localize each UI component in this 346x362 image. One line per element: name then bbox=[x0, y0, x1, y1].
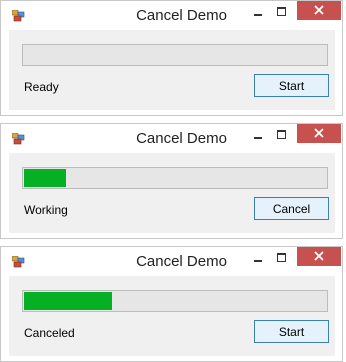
minimize-icon[interactable] bbox=[250, 3, 266, 23]
cancel-demo-window-working: Cancel Demo Working Cancel bbox=[0, 123, 343, 239]
status-label: Working bbox=[24, 203, 68, 217]
title-bar: Cancel Demo bbox=[1, 247, 342, 275]
progress-bar bbox=[22, 44, 328, 66]
cancel-demo-window-ready: Cancel Demo Ready Start bbox=[0, 0, 343, 116]
close-icon[interactable] bbox=[297, 1, 341, 20]
minimize-icon[interactable] bbox=[250, 249, 266, 269]
progress-bar bbox=[22, 290, 328, 312]
status-label: Ready bbox=[24, 80, 59, 94]
window-client-area: Ready Start bbox=[9, 30, 335, 110]
minimize-icon[interactable] bbox=[250, 126, 266, 146]
progress-fill bbox=[24, 292, 112, 310]
window-client-area: Working Cancel bbox=[9, 153, 335, 233]
progress-bar bbox=[22, 167, 328, 189]
window-title: Cancel Demo bbox=[136, 7, 227, 24]
cancel-demo-window-canceled: Cancel Demo Canceled Start bbox=[0, 246, 343, 362]
start-button[interactable]: Start bbox=[254, 320, 329, 343]
start-button[interactable]: Start bbox=[254, 74, 329, 97]
maximize-icon[interactable] bbox=[276, 128, 288, 140]
maximize-icon[interactable] bbox=[276, 5, 288, 17]
status-label: Canceled bbox=[24, 326, 75, 340]
title-bar: Cancel Demo bbox=[1, 124, 342, 152]
close-icon[interactable] bbox=[297, 124, 341, 143]
title-bar: Cancel Demo bbox=[1, 1, 342, 29]
cancel-button[interactable]: Cancel bbox=[254, 197, 329, 220]
window-title: Cancel Demo bbox=[136, 253, 227, 270]
progress-fill bbox=[24, 169, 66, 187]
window-client-area: Canceled Start bbox=[9, 276, 335, 356]
close-icon[interactable] bbox=[297, 247, 341, 266]
maximize-icon[interactable] bbox=[276, 251, 288, 263]
window-title: Cancel Demo bbox=[136, 130, 227, 147]
